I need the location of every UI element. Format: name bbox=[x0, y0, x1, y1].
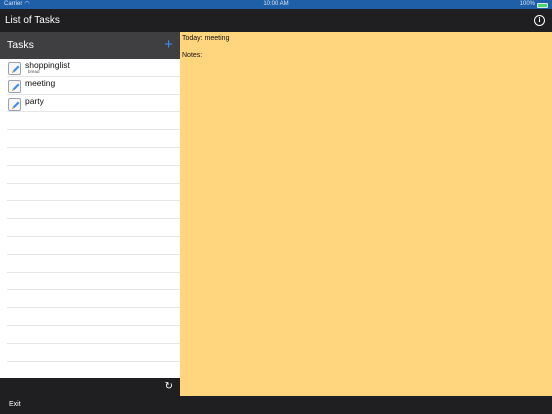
task-row[interactable]: party bbox=[7, 95, 180, 113]
navigation-bar: List of Tasks i bbox=[0, 9, 552, 32]
empty-row bbox=[7, 308, 180, 326]
empty-row bbox=[7, 326, 180, 344]
edit-checkbox-icon[interactable] bbox=[8, 62, 21, 75]
task-name: party bbox=[25, 95, 44, 106]
empty-row bbox=[7, 362, 180, 380]
battery-percent: 100% bbox=[519, 1, 535, 7]
empty-row bbox=[7, 148, 180, 166]
edit-checkbox-icon[interactable] bbox=[8, 97, 21, 111]
battery-icon bbox=[537, 3, 548, 8]
tasks-panel: Tasks + shoppinglist bread meeting party bbox=[0, 32, 180, 380]
tasks-header-label: Tasks bbox=[7, 39, 34, 51]
exit-button[interactable]: Exit bbox=[9, 396, 21, 414]
plus-icon[interactable]: + bbox=[164, 36, 173, 54]
tasks-footer: ↻ bbox=[0, 378, 180, 396]
task-list: shoppinglist bread meeting party bbox=[0, 59, 180, 380]
status-bar: Carrier ◠ 10:00 AM 100% bbox=[0, 0, 552, 9]
battery-indicator: 100% bbox=[520, 0, 548, 9]
empty-row bbox=[7, 237, 180, 255]
task-detail: Today: meeting Notes: bbox=[180, 32, 552, 396]
empty-row bbox=[7, 201, 180, 220]
refresh-icon[interactable]: ↻ bbox=[165, 381, 173, 393]
empty-row bbox=[7, 130, 180, 148]
empty-row bbox=[7, 255, 180, 273]
today-label: Today: meeting bbox=[182, 35, 230, 42]
edit-checkbox-icon[interactable] bbox=[8, 79, 21, 93]
empty-row bbox=[7, 166, 180, 184]
empty-row bbox=[7, 184, 180, 202]
notes-label: Notes: bbox=[182, 52, 203, 59]
empty-row bbox=[7, 290, 180, 309]
bottom-toolbar: Exit bbox=[0, 396, 552, 414]
app-window: Carrier ◠ 10:00 AM 100% List of Tasks i T… bbox=[0, 0, 552, 414]
empty-row bbox=[7, 219, 180, 237]
empty-row bbox=[7, 273, 180, 291]
tasks-header: Tasks + bbox=[0, 32, 180, 59]
info-icon[interactable]: i bbox=[534, 15, 545, 26]
battery-fill bbox=[538, 4, 547, 7]
clock: 10:00 AM bbox=[263, 1, 289, 7]
task-name: meeting bbox=[25, 77, 56, 88]
task-row[interactable]: shoppinglist bread bbox=[7, 59, 180, 77]
task-rows: shoppinglist bread meeting party bbox=[7, 59, 180, 380]
page-title: List of Tasks bbox=[5, 15, 60, 26]
empty-row bbox=[7, 112, 180, 131]
task-subtitle: bread bbox=[28, 69, 40, 74]
empty-row bbox=[7, 344, 180, 362]
task-row[interactable]: meeting bbox=[7, 77, 180, 95]
